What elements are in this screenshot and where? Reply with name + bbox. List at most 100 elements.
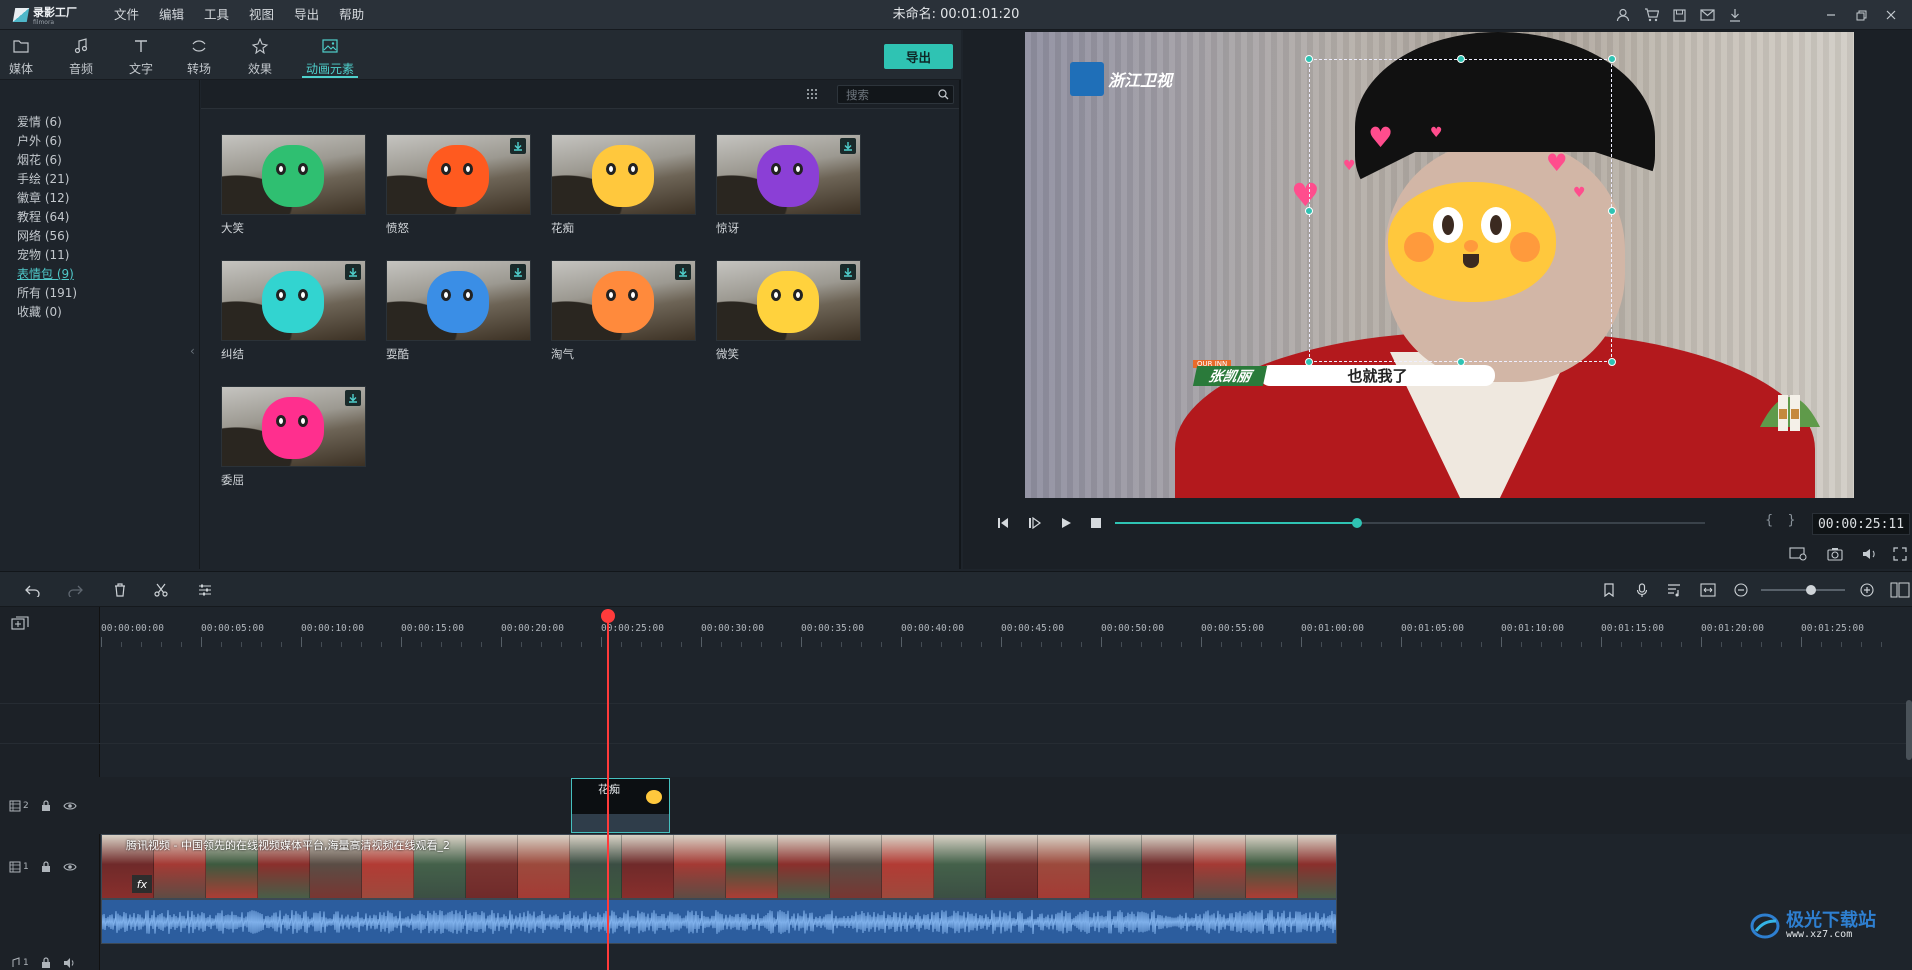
snapshot-icon[interactable] [1825,544,1845,564]
eye-icon[interactable] [63,862,77,872]
play-icon[interactable] [1056,513,1076,533]
zoom-in-icon[interactable] [1857,580,1877,600]
volume-icon[interactable] [1860,544,1880,564]
search-input[interactable] [846,87,932,102]
video-preview[interactable]: 浙江卫视 ♥ ♥ ♥ ♥ ♥ ♥ OUR INN 也就我了 张凯丽 [1025,32,1854,498]
menu-file[interactable]: 文件 [104,0,149,30]
tab-effects[interactable]: 效果 [235,38,285,78]
restore-icon[interactable] [1846,0,1876,30]
menu-export[interactable]: 导出 [284,0,329,30]
category-item[interactable]: 烟花 (6) [17,152,62,168]
element-thumbnail[interactable]: 大笑 [221,134,366,235]
audio-mixer-icon[interactable] [1664,580,1684,600]
element-thumbnail[interactable]: 淘气 [551,260,696,361]
cart-icon[interactable] [1642,6,1660,24]
category-item[interactable]: 爱情 (6) [17,114,62,130]
category-item[interactable]: 教程 (64) [17,209,69,225]
element-thumbnail[interactable]: 惊讶 [716,134,861,235]
resize-handle[interactable] [1305,55,1313,63]
add-track-icon[interactable] [11,616,29,630]
time-ruler[interactable]: 00:00:00:00 00:00:05:00 00:00:10:00 00:00:1… [100,607,1912,647]
panel-toggle-icon[interactable] [1888,580,1912,600]
minimize-icon[interactable] [1816,0,1846,30]
next-frame-icon[interactable] [1025,513,1045,533]
tab-media[interactable]: 媒体 [0,38,46,78]
fx-icon[interactable]: fx [132,875,152,893]
category-item[interactable]: 手绘 (21) [17,171,69,187]
download-icon[interactable] [840,138,856,154]
user-icon[interactable] [1614,6,1632,24]
display-settings-icon[interactable] [1788,544,1808,564]
mark-in-out-icon[interactable]: { } [1765,513,1801,528]
fit-timeline-icon[interactable] [1698,580,1718,600]
element-thumbnail[interactable]: 耍酷 [386,260,531,361]
grid-view-icon[interactable] [806,88,818,100]
scrubber-handle[interactable] [1351,518,1362,528]
resize-handle[interactable] [1608,207,1616,215]
tab-text[interactable]: 文字 [116,38,166,78]
menu-help[interactable]: 帮助 [329,0,374,30]
adjust-icon[interactable] [195,580,215,600]
tab-transition[interactable]: 转场 [174,38,224,78]
audio-clip[interactable] [101,899,1337,944]
download-icon[interactable] [510,138,526,154]
resize-handle[interactable] [1457,55,1465,63]
resize-handle[interactable] [1608,55,1616,63]
download-icon[interactable] [345,264,361,280]
tab-audio[interactable]: 音频 [56,38,106,78]
selection-box[interactable] [1305,55,1616,366]
tab-animation-elements[interactable]: 动画元素 [302,38,358,78]
save-icon[interactable] [1670,6,1688,24]
mail-icon[interactable] [1698,6,1716,24]
zoom-out-icon[interactable] [1731,580,1751,600]
download-icon[interactable] [510,264,526,280]
menu-edit[interactable]: 编辑 [149,0,194,30]
download-icon[interactable] [840,264,856,280]
download-icon[interactable] [1726,6,1744,24]
category-item[interactable]: 徽章 (12) [17,190,69,206]
lock-icon[interactable] [41,799,51,812]
element-thumbnail[interactable]: 微笑 [716,260,861,361]
download-icon[interactable] [345,390,361,406]
menu-tools[interactable]: 工具 [194,0,239,30]
resize-handle[interactable] [1305,207,1313,215]
marker-icon[interactable] [1599,580,1619,600]
stop-icon[interactable] [1086,513,1106,533]
playhead[interactable] [607,609,609,970]
microphone-icon[interactable] [1632,580,1652,600]
element-thumbnail[interactable]: 愤怒 [386,134,531,235]
element-thumbnail[interactable]: 纠结 [221,260,366,361]
element-thumbnail[interactable]: 花痴 [551,134,696,235]
resize-handle[interactable] [1608,358,1616,366]
category-item[interactable]: 网络 (56) [17,228,69,244]
search-icon[interactable] [938,89,949,100]
timeline-scrollbar[interactable] [1906,700,1912,760]
zoom-slider-handle[interactable] [1806,585,1817,595]
category-item[interactable]: 所有 (191) [17,285,77,301]
lock-icon[interactable] [41,860,51,873]
download-icon[interactable] [675,264,691,280]
export-button[interactable]: 导出 [884,44,953,69]
zoom-slider[interactable] [1761,585,1845,595]
video-clip[interactable]: 腾讯视频 - 中国领先的在线视频媒体平台,海量高清视频在线观看_2 fx [101,834,1337,899]
previous-frame-icon[interactable] [994,513,1014,533]
menu-view[interactable]: 视图 [239,0,284,30]
lock-icon[interactable] [41,957,51,969]
collapse-panel-icon[interactable]: ‹ [190,344,195,358]
redo-icon[interactable] [65,580,85,600]
emoji-clip[interactable]: 花痴 [571,778,670,833]
fullscreen-icon[interactable] [1890,544,1910,564]
category-item[interactable]: 户外 (6) [17,133,62,149]
element-thumbnail[interactable]: 委屈 [221,386,366,487]
undo-icon[interactable] [23,580,43,600]
close-icon[interactable] [1876,0,1906,30]
category-item[interactable]: 收藏 (0) [17,304,62,320]
delete-icon[interactable] [110,580,130,600]
playhead-handle[interactable] [601,609,615,623]
playback-scrubber[interactable] [1115,518,1705,528]
cut-icon[interactable] [151,580,171,600]
category-item[interactable]: 宠物 (11) [17,247,69,263]
category-item-active[interactable]: 表情包 (9) [17,266,74,282]
eye-icon[interactable] [63,801,77,811]
speaker-icon[interactable] [63,957,77,969]
